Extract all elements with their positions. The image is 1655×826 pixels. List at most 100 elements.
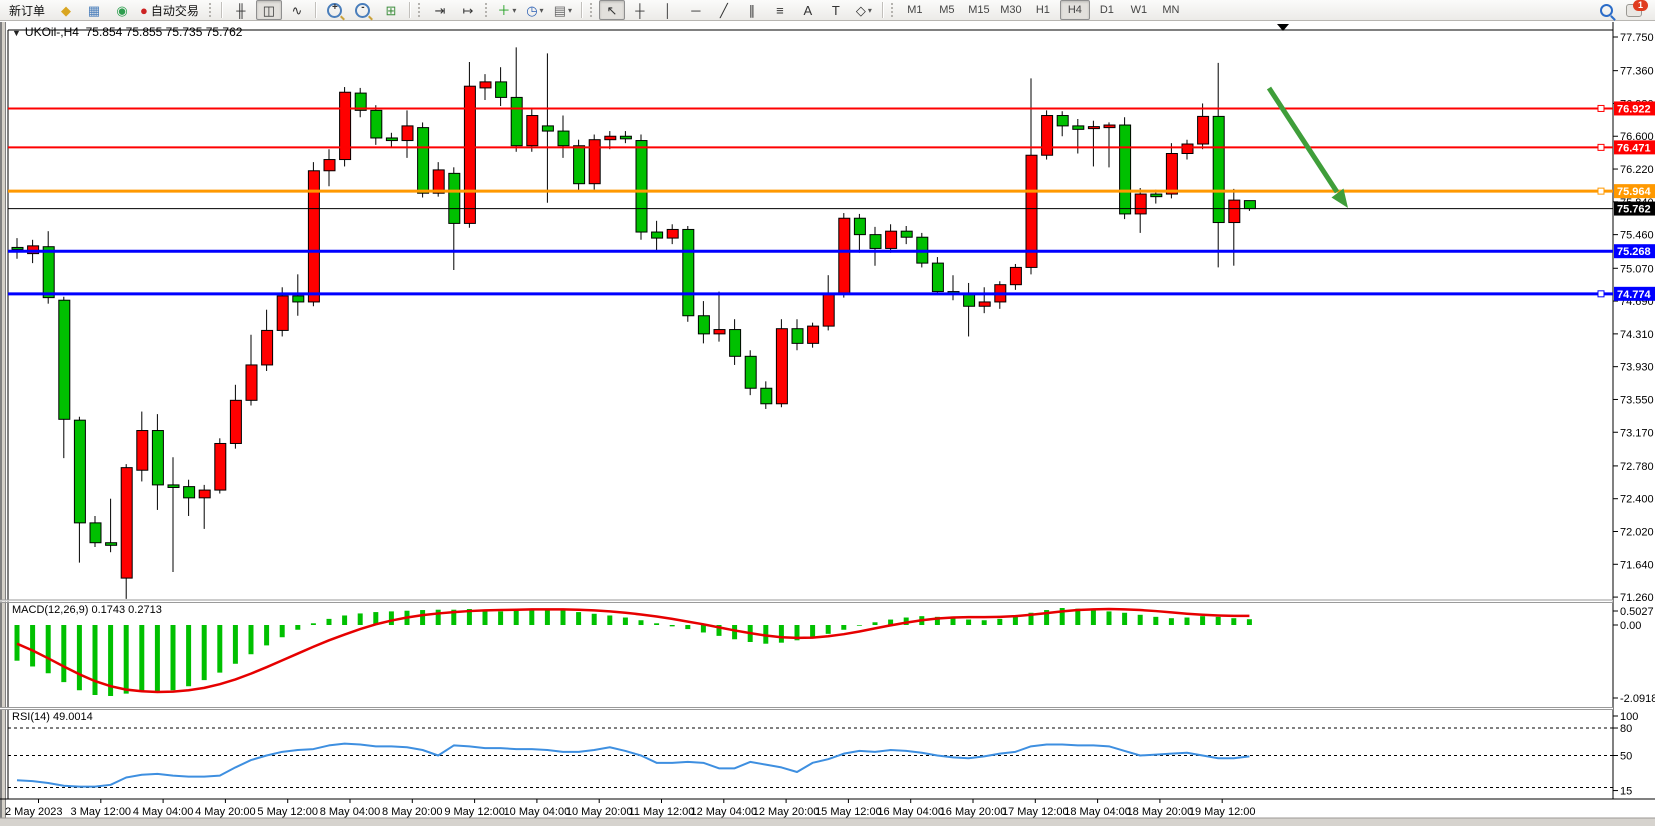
arrows-icon[interactable]: ◇▾	[851, 0, 877, 20]
time-tick-label: 8 May 04:00	[320, 806, 381, 818]
navigator-icon[interactable]: ◉	[109, 0, 135, 20]
candle-body	[12, 247, 23, 249]
chart-title: ▼UKOil-,H4 75.854 75.855 75.735 75.762	[12, 25, 242, 39]
price-axis[interactable]: 77.75077.36076.98076.60076.22075.84075.4…	[1613, 22, 1655, 826]
candle-body	[496, 82, 507, 98]
candle-body	[932, 263, 943, 291]
timeframe-button-h1[interactable]: H1	[1028, 0, 1058, 20]
candle-body	[230, 400, 241, 443]
macd-current-values: 0.1743 0.2713	[91, 604, 161, 616]
time-tick-label: 19 May 12:00	[1189, 806, 1256, 818]
time-tick-label: 2 May 2023	[5, 806, 62, 818]
candle-body	[449, 173, 460, 223]
horizontal-line-icon[interactable]: ─	[683, 0, 709, 20]
periods-icon[interactable]: ◷▾	[522, 0, 548, 20]
price-tick-label: 77.750	[1620, 32, 1654, 44]
timeframe-button-m1[interactable]: M1	[900, 0, 930, 20]
collapse-triangle-icon[interactable]: ▼	[12, 28, 21, 38]
cursor-icon[interactable]: ↖	[599, 0, 625, 20]
notifications-icon[interactable]: 1	[1621, 0, 1647, 20]
hline-handle[interactable]	[1598, 105, 1604, 111]
price-badge-label: 75.268	[1617, 246, 1651, 258]
chart-symbol-period: UKOil-,H4	[25, 25, 79, 39]
rsi-indicator-label: RSI(14) 49.0014	[12, 711, 93, 723]
candle-body	[1120, 125, 1131, 214]
zoom-in-icon[interactable]: +	[322, 0, 348, 20]
equidistant-channel-icon[interactable]: ∥	[739, 0, 765, 20]
rsi-tick-label: 15	[1620, 786, 1632, 798]
hline-handle[interactable]	[1598, 291, 1604, 297]
toolbar-grip	[891, 3, 896, 17]
candle-body	[542, 126, 553, 131]
candle-body	[1135, 194, 1146, 214]
zoom-out-icon[interactable]: -	[350, 0, 376, 20]
rsi-name: RSI(14)	[12, 711, 50, 723]
timeframe-button-h4[interactable]: H4	[1060, 0, 1090, 20]
rsi-current-value: 49.0014	[53, 711, 93, 723]
candle-body	[386, 138, 397, 141]
hline-handle[interactable]	[1598, 188, 1604, 194]
price-tick-label: 75.070	[1620, 263, 1654, 275]
candle-body	[371, 110, 382, 138]
candle-body	[121, 468, 132, 578]
toolbar-grip	[209, 3, 214, 17]
candle-body	[262, 330, 273, 365]
timeframe-button-m5[interactable]: M5	[932, 0, 962, 20]
crosshair-icon[interactable]: ┼	[627, 0, 653, 20]
candle-body	[1104, 125, 1115, 128]
candle-body	[1151, 194, 1162, 197]
trendline-icon[interactable]: ╱	[711, 0, 737, 20]
auto-trading-button[interactable]: ●自动交易	[137, 0, 205, 20]
time-tick-label: 4 May 20:00	[195, 806, 256, 818]
candle-body	[168, 485, 179, 488]
text-icon[interactable]: A	[795, 0, 821, 20]
candle-body	[808, 326, 819, 343]
time-tick-label: 12 May 04:00	[690, 806, 757, 818]
chart-background	[0, 22, 1655, 826]
candle-body	[792, 329, 803, 344]
timeframe-button-m15[interactable]: M15	[964, 0, 994, 20]
candle-body	[854, 218, 865, 234]
toolbar-separator	[882, 2, 884, 18]
price-tick-label: 73.930	[1620, 362, 1654, 374]
candlestick-chart-icon[interactable]: ◫	[256, 0, 282, 20]
bar-chart-icon[interactable]: ╫	[228, 0, 254, 20]
new-order-button[interactable]: 新订单	[3, 0, 51, 20]
time-tick-label: 5 May 12:00	[257, 806, 318, 818]
candle-body	[683, 229, 694, 315]
candle-body	[464, 86, 475, 223]
templates-icon[interactable]: ▤▾	[550, 0, 576, 20]
candle-body	[1213, 116, 1224, 222]
data-window-icon[interactable]: ▦	[81, 0, 107, 20]
candle-body	[418, 128, 429, 194]
toolbar-grip	[418, 3, 423, 17]
auto-scroll-icon[interactable]: ⇥	[427, 0, 453, 20]
candle-body	[74, 420, 85, 523]
line-chart-icon[interactable]: ∿	[284, 0, 310, 20]
search-icon[interactable]	[1593, 0, 1619, 20]
candle-body	[761, 388, 772, 404]
text-label-icon[interactable]: T	[823, 0, 849, 20]
hline-handle[interactable]	[1598, 144, 1604, 150]
candle-body	[184, 487, 195, 498]
candle-body	[979, 302, 990, 306]
time-tick-label: 18 May 04:00	[1064, 806, 1131, 818]
candle-body	[574, 146, 585, 184]
macd-indicator-label: MACD(12,26,9) 0.1743 0.2713	[12, 604, 162, 616]
vertical-line-icon[interactable]: │	[655, 0, 681, 20]
candle-body	[1073, 126, 1084, 129]
timeframe-button-mn[interactable]: MN	[1156, 0, 1186, 20]
indicators-icon[interactable]: ＋▾	[494, 0, 520, 20]
tile-windows-icon[interactable]: ⊞	[378, 0, 404, 20]
trading-terminal-window: 新订单◆▦◉●自动交易 ╫◫∿ +-⊞ ⇥↦ ＋▾◷▾▤▾ ↖┼│─╱∥≡AT◇▾ M1M5…	[0, 0, 1655, 826]
fibonacci-icon[interactable]: ≡	[767, 0, 793, 20]
market-watch-icon[interactable]: ◆	[53, 0, 79, 20]
candle-body	[324, 160, 335, 171]
candle-body	[511, 97, 522, 145]
candle-body	[106, 543, 117, 546]
window-border-left	[0, 22, 2, 826]
chart-shift-icon[interactable]: ↦	[455, 0, 481, 20]
timeframe-button-m30[interactable]: M30	[996, 0, 1026, 20]
timeframe-button-w1[interactable]: W1	[1124, 0, 1154, 20]
timeframe-button-d1[interactable]: D1	[1092, 0, 1122, 20]
